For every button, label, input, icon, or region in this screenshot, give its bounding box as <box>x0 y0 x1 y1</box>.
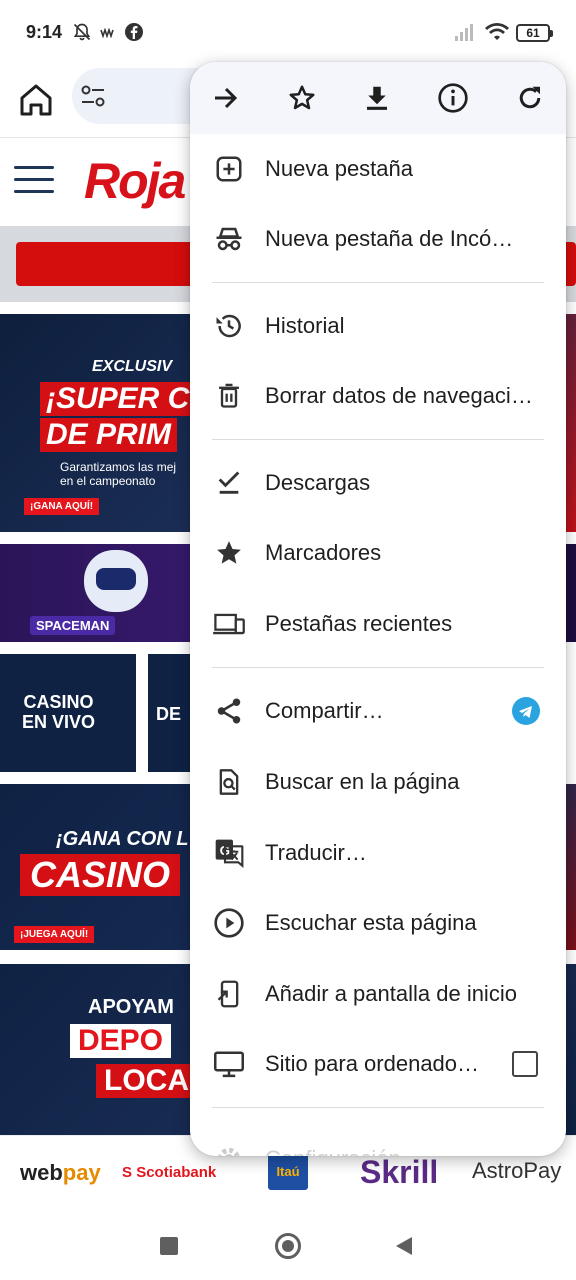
status-time: 9:14 <box>26 22 63 42</box>
download-button[interactable] <box>355 76 399 120</box>
tile-live-casino[interactable]: CASINO EN VIVO <box>0 654 136 772</box>
spaceman-robot-image <box>84 550 148 612</box>
menu-item-clear-browsing-data[interactable]: Borrar datos de navegaci… <box>190 361 566 431</box>
status-bar: 9:14 61 <box>0 0 576 66</box>
menu-item-label: Escuchar esta página <box>265 910 477 935</box>
telegram-icon[interactable] <box>512 697 540 725</box>
spaceman-tag: SPACEMAN <box>30 616 116 635</box>
menu-item-label: Nueva pestaña <box>265 156 413 181</box>
settings-icon <box>212 1144 246 1156</box>
menu-item-new-tab[interactable]: Nueva pestaña <box>190 134 566 204</box>
recents-button[interactable] <box>160 1237 178 1255</box>
translate-icon: G <box>212 838 246 868</box>
banner-cta-button[interactable]: ¡JUEGA AQUÍ! <box>14 926 95 943</box>
banner-headline: APOYAM <box>88 996 174 1018</box>
menu-divider <box>212 1107 544 1108</box>
incognito-icon <box>212 224 246 254</box>
menu-item-label: Añadir a pantalla de inicio <box>265 981 517 1006</box>
menu-item-desktop-site[interactable]: Sitio para ordenado… <box>190 1029 566 1099</box>
signal-icon <box>455 24 473 41</box>
menu-divider <box>212 439 544 440</box>
share-icon <box>212 696 246 726</box>
site-logo[interactable]: Roja <box>84 152 186 210</box>
bookmark-button[interactable] <box>280 76 324 120</box>
menu-item-recent-tabs[interactable]: Pestañas recientes <box>190 589 566 659</box>
app-notification-icon <box>100 28 114 38</box>
menu-item-label: Sitio para ordenado… <box>265 1051 480 1076</box>
menu-divider <box>212 667 544 668</box>
hamburger-menu-icon[interactable] <box>14 166 54 198</box>
astropay-logo: AstroPay <box>472 1158 562 1183</box>
home-button[interactable] <box>275 1233 301 1259</box>
menu-item-label: Compartir… <box>265 698 384 723</box>
downloads-check-icon <box>212 468 246 498</box>
menu-item-label: Nueva pestaña de Incó… <box>265 226 514 251</box>
page-info-button[interactable] <box>431 76 475 120</box>
home-icon[interactable] <box>14 78 58 122</box>
menu-item-settings[interactable]: Configuración <box>190 1116 566 1156</box>
menu-divider <box>212 282 544 283</box>
site-settings-icon[interactable] <box>80 84 106 108</box>
banner-cta-button[interactable]: ¡GANA AQUÍ! <box>24 498 100 515</box>
desktop-site-checkbox[interactable] <box>512 1051 538 1077</box>
menu-item-find-in-page[interactable]: Buscar en la página <box>190 747 566 817</box>
recent-tabs-icon <box>212 609 246 639</box>
banner-headline-2: DE PRIM <box>40 418 178 452</box>
reload-button[interactable] <box>508 76 552 120</box>
info-icon <box>438 83 468 113</box>
menu-item-label: Descargas <box>265 470 371 495</box>
tile-title: DE <box>156 704 182 724</box>
facebook-icon <box>125 23 143 41</box>
menu-item-label: Configuración <box>265 1146 547 1156</box>
menu-item-bookmarks[interactable]: Marcadores <box>190 518 566 588</box>
bookmark-star-icon <box>289 85 315 110</box>
menu-item-share[interactable]: Compartir… <box>190 676 566 746</box>
banner-kicker: EXCLUSIV <box>92 358 173 375</box>
menu-item-downloads[interactable]: Descargas <box>190 448 566 518</box>
menu-item-new-incognito-tab[interactable]: Nueva pestaña de Incó… <box>190 204 566 274</box>
banner-headline-3: LOCA <box>96 1064 197 1098</box>
reload-icon <box>519 86 541 109</box>
menu-action-row <box>190 62 566 134</box>
banner-headline-2: CASINO <box>20 854 181 896</box>
bookmarks-star-icon <box>212 538 246 568</box>
forward-button[interactable] <box>204 76 248 120</box>
skrill-logo: Skrill <box>360 1154 439 1190</box>
wifi-icon <box>485 23 509 40</box>
tile-title: CASINO EN VIVO <box>22 692 96 732</box>
download-icon <box>367 86 387 110</box>
system-navigation-bar <box>0 1211 576 1280</box>
new-tab-icon <box>212 154 246 184</box>
desktop-site-icon <box>212 1049 246 1079</box>
menu-item-translate[interactable]: G Traducir… <box>190 818 566 888</box>
browser-overflow-menu: Nueva pestaña Nueva pestaña de Incó… His… <box>190 62 566 1156</box>
menu-item-label: Marcadores <box>265 540 382 565</box>
listen-icon <box>212 908 246 938</box>
banner-headline-2: DEPO <box>70 1024 172 1058</box>
forward-icon <box>215 87 238 109</box>
find-in-page-icon <box>212 767 246 797</box>
notifications-off-icon <box>73 23 91 41</box>
back-button[interactable] <box>396 1237 412 1255</box>
webpay-logo: webpay <box>20 1160 101 1185</box>
menu-item-label: Borrar datos de navegaci… <box>265 383 533 408</box>
banner-subtext: Garantizamos las mej en el campeonato <box>60 460 177 488</box>
menu-item-label: Pestañas recientes <box>265 611 453 636</box>
menu-item-add-to-home-screen[interactable]: Añadir a pantalla de inicio <box>190 959 566 1029</box>
menu-item-label: Traducir… <box>265 840 367 865</box>
history-icon <box>212 311 246 341</box>
add-to-home-icon <box>212 979 246 1009</box>
menu-item-label: Buscar en la página <box>265 769 460 794</box>
menu-item-label: Historial <box>265 313 345 338</box>
trash-icon <box>212 381 246 411</box>
battery-indicator: 61 <box>516 24 553 42</box>
menu-item-history[interactable]: Historial <box>190 291 566 361</box>
scotiabank-logo: S Scotiabank <box>122 1164 217 1181</box>
itau-logo: Itaú <box>268 1154 308 1190</box>
menu-item-listen-page[interactable]: Escuchar esta página <box>190 888 566 958</box>
banner-headline: ¡GANA CON L <box>56 828 189 850</box>
